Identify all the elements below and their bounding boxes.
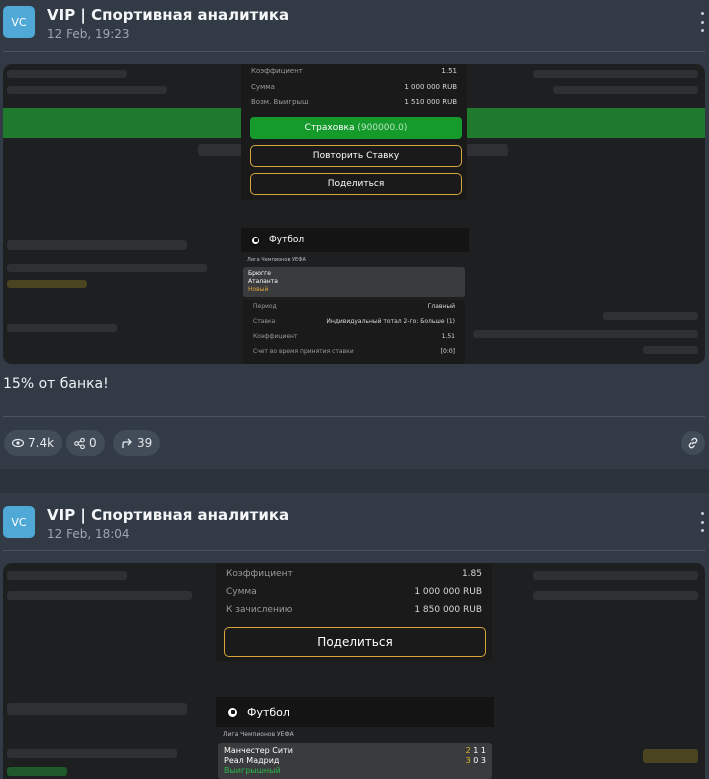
blurred-text	[7, 240, 187, 250]
detail-row: Счет во время принятия ставки [0:0]	[253, 348, 455, 355]
insurance-button[interactable]: Страховка (900000.0)	[250, 117, 462, 139]
bet-row: Коэффициент 1.85	[226, 569, 482, 579]
post-caption: 15% от банка!	[3, 376, 109, 392]
channel-avatar[interactable]: VC	[3, 506, 35, 538]
divider	[3, 416, 705, 417]
bet-row: Сумма 1 000 000 RUB	[226, 587, 482, 597]
post-1: VC VIP | Спортивная аналитика 12 Feb, 19…	[0, 0, 709, 470]
sport-header: Футбол	[216, 697, 494, 727]
more-menu-icon[interactable]	[699, 12, 705, 32]
score-row-1: 2 1 1	[465, 746, 486, 755]
more-menu-icon[interactable]	[699, 512, 705, 532]
league-name: Лига Чемпионов УЕФА	[247, 257, 306, 263]
bet-row: К зачислению 1 850 000 RUB	[226, 605, 482, 615]
bet-panel: Коэффициент 1.51 Сумма 1 000 000 RUB Возм.…	[241, 64, 467, 200]
detail-row: Коэффициент 1.51	[253, 333, 455, 340]
sport-header: Футбол	[241, 228, 469, 252]
divider	[3, 550, 705, 551]
blurred-text	[7, 264, 207, 272]
post-header: VC VIP | Спортивная аналитика 12 Feb, 18…	[0, 500, 709, 550]
share-counter[interactable]: 0	[66, 430, 105, 456]
blurred-text	[553, 86, 698, 94]
repeat-bet-button[interactable]: Повторить Ставку	[250, 145, 462, 167]
blurred-text	[7, 767, 67, 776]
football-icon	[250, 234, 261, 246]
league-name: Лига Чемпионов УЕФА	[223, 731, 294, 738]
channel-name[interactable]: VIP | Спортивная аналитика	[47, 6, 289, 24]
bet-row: Возм. Выигрыш 1 510 000 RUB	[251, 98, 457, 106]
channel-avatar[interactable]: VC	[3, 6, 35, 38]
eye-icon	[12, 438, 24, 448]
team-row: Реал Мадрид 3 0 3	[224, 756, 486, 766]
blurred-text	[533, 70, 698, 78]
bet-status: Новый	[248, 286, 269, 293]
views-counter[interactable]: 7.4k	[4, 430, 63, 456]
match-card: Брюгге Аталанта Новый	[243, 267, 465, 297]
blurred-text	[7, 571, 127, 580]
bet-details: Период Главный Ставка Индивидуальный тотал…	[243, 300, 465, 364]
team-row: Манчестер Сити 2 1 1	[224, 746, 486, 756]
share-bet-button[interactable]: Поделиться	[224, 627, 486, 657]
bet-status: Выигрышный	[224, 766, 281, 775]
post-2: VC VIP | Спортивная аналитика 12 Feb, 18…	[0, 500, 709, 779]
blurred-text	[7, 86, 167, 94]
blurred-text	[7, 749, 177, 758]
forward-arrow-icon	[122, 438, 132, 448]
share-bet-button[interactable]: Поделиться	[250, 173, 462, 195]
blurred-text	[7, 591, 192, 600]
match-card: Манчестер Сити 2 1 1 Реал Мадрид 3 0 3 В…	[218, 743, 492, 779]
blurred-text	[7, 70, 127, 78]
share-icon	[74, 437, 85, 449]
blurred-text	[7, 324, 117, 332]
channel-name[interactable]: VIP | Спортивная аналитика	[47, 506, 289, 524]
detail-row: Период Главный	[253, 303, 455, 310]
copy-link-button[interactable]	[681, 431, 705, 455]
team-2: Реал Мадрид	[224, 756, 280, 765]
bet-screenshot[interactable]: Коэффициент 1.51 Сумма 1 000 000 RUB Возм.…	[3, 64, 705, 364]
bet-panel: Коэффициент 1.85 Сумма 1 000 000 RUB К зач…	[216, 563, 492, 661]
blurred-text	[473, 330, 698, 338]
detail-row: Ставка Индивидуальный тотал 2-го: Больше …	[253, 318, 455, 325]
link-icon	[688, 437, 698, 449]
blurred-text	[643, 749, 698, 763]
post-date: 12 Feb, 18:04	[47, 527, 130, 541]
bet-row: Коэффициент 1.51	[251, 67, 457, 75]
team-1: Брюгге	[248, 270, 271, 277]
team-2: Аталанта	[248, 278, 278, 285]
blurred-text	[533, 591, 698, 600]
blurred-text	[643, 346, 698, 354]
post-separator	[0, 469, 709, 493]
score-row-2: 3 0 3	[465, 756, 486, 765]
bet-screenshot[interactable]: Коэффициент 1.85 Сумма 1 000 000 RUB К зач…	[3, 563, 705, 779]
post-date: 12 Feb, 19:23	[47, 27, 130, 41]
blurred-text	[7, 280, 87, 288]
blurred-text	[533, 571, 698, 580]
blurred-text	[7, 703, 187, 715]
divider	[3, 51, 705, 52]
football-icon	[226, 705, 239, 719]
post-header: VC VIP | Спортивная аналитика 12 Feb, 19…	[0, 0, 709, 50]
forward-counter[interactable]: 39	[113, 430, 161, 456]
blurred-text	[603, 312, 698, 320]
team-1: Манчестер Сити	[224, 746, 293, 755]
bet-row: Сумма 1 000 000 RUB	[251, 83, 457, 91]
